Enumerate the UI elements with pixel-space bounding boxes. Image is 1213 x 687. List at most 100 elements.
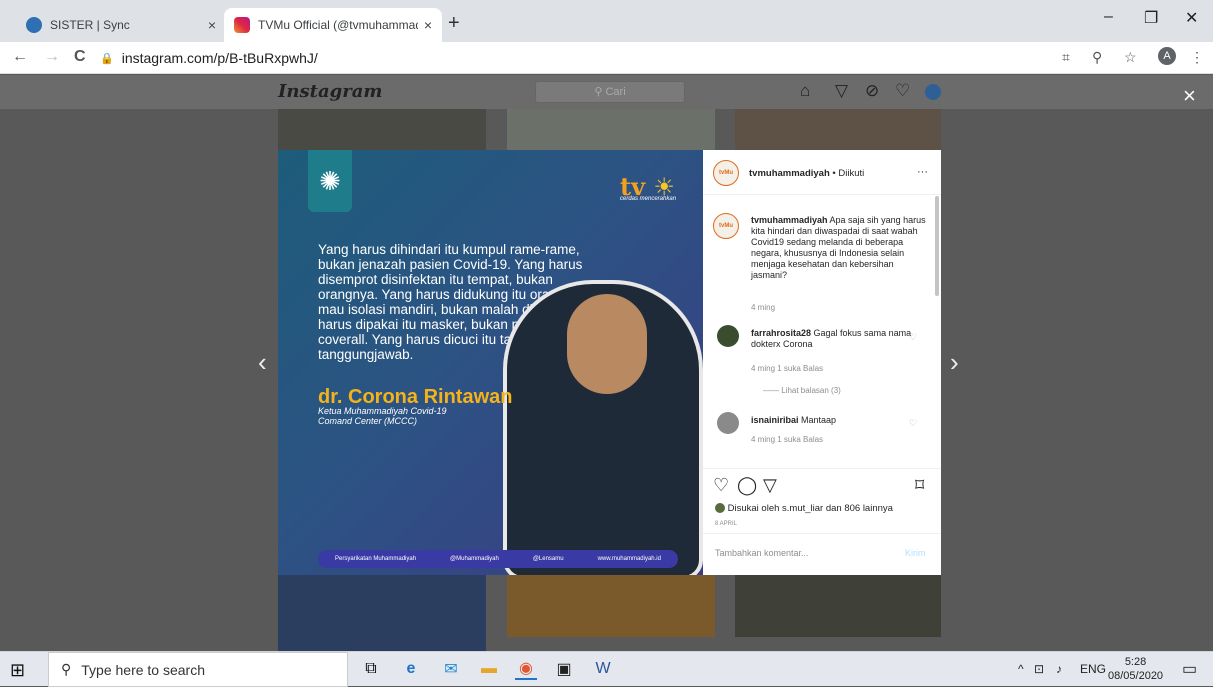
taskbar-search-input[interactable]: ⚲ Type here to search [48, 652, 348, 687]
back-button[interactable]: ← [12, 48, 28, 66]
comment-username[interactable]: farrahrosita28 [751, 328, 811, 338]
header-username[interactable]: tvmuhammadiyah [749, 168, 830, 179]
add-comment-bar: Tambahkan komentar... Kirim [703, 533, 941, 575]
comment-username[interactable]: isnainiribai [751, 415, 799, 425]
tab-title: SISTER | Sync [50, 18, 130, 32]
search-icon: ⚲ [61, 661, 72, 677]
language-indicator[interactable]: ENG [1080, 662, 1106, 676]
grid-thumbnail[interactable] [278, 575, 486, 651]
instagram-favicon-icon [234, 17, 250, 33]
close-modal-button[interactable]: × [1183, 83, 1196, 109]
follow-status: • Diikuti [829, 168, 865, 179]
sync-favicon-icon [26, 17, 42, 33]
zoom-icon[interactable]: ⚲ [1092, 49, 1102, 66]
caption-time: 4 ming [751, 303, 776, 312]
grid-thumbnail[interactable] [507, 575, 715, 637]
footer-twitter: @Muhammadiyah [450, 556, 499, 562]
file-explorer-icon[interactable]: ▬ [478, 658, 500, 680]
previous-post-button[interactable]: ‹ [258, 347, 267, 378]
caption-avatar[interactable]: tvMu [713, 213, 739, 239]
view-replies-text: Lihat balasan (3) [781, 386, 841, 395]
network-icon[interactable]: ⊡ [1034, 662, 1044, 676]
search-placeholder: Cari [605, 86, 626, 98]
bookmark-star-icon[interactable]: ☆ [1124, 49, 1137, 66]
header-account: tvmuhammadiyah • Diikuti [749, 168, 864, 179]
caption-username[interactable]: tvmuhammadiyah [751, 215, 828, 225]
likes-count[interactable]: Disukai oleh s.mut_liar dan 806 lainnya [715, 503, 893, 514]
send-comment-button[interactable]: Kirim [905, 548, 926, 558]
reload-button[interactable]: C [74, 48, 86, 66]
share-icon[interactable]: ▽ [763, 475, 777, 496]
post-header: tvMu tvmuhammadiyah • Diikuti ··· [703, 150, 941, 195]
comment-meta: 4 ming 1 suka Balas [751, 364, 824, 373]
tab-instagram[interactable]: TVMu Official (@tvmuhammadiy × [224, 8, 442, 42]
clock-date: 08/05/2020 [1108, 670, 1164, 682]
maximize-button[interactable]: ❐ [1144, 8, 1158, 28]
comment-like-icon[interactable]: ♡ [909, 332, 917, 343]
doctor-role: Ketua Muhammadiyah Covid-19 Comand Cente… [318, 406, 447, 426]
add-comment-input[interactable]: Tambahkan komentar... [715, 548, 809, 558]
explore-icon[interactable]: ⊘ [865, 81, 879, 101]
address-bar[interactable]: 🔒 instagram.com/p/B-tBuRxpwhJ/ [100, 45, 1060, 71]
search-input[interactable]: ⚲ Cari [535, 81, 685, 103]
clock-time: 5:28 [1124, 656, 1147, 668]
grid-thumbnail[interactable] [735, 575, 941, 637]
instagram-logo[interactable]: Instagram [278, 81, 382, 102]
notifications-icon[interactable]: ▭ [1182, 659, 1197, 679]
word-icon[interactable]: W [592, 658, 614, 680]
save-bookmark-icon[interactable]: ⌑ [915, 475, 924, 496]
tab-title: TVMu Official (@tvmuhammadiy [258, 18, 418, 32]
profile-avatar[interactable]: A [1158, 47, 1176, 65]
comment-avatar[interactable] [717, 325, 739, 347]
comments-scrollbar[interactable] [935, 196, 939, 296]
post-modal-backdrop: Instagram ⚲ Cari ⌂ ▽ ⊘ ♡ × ‹ › ✺ tv ☀ ce… [0, 75, 1213, 651]
windows-taskbar: ⊞ ⚲ Type here to search ⧉ e ✉ ▬ ◉ ▣ W ^ … [0, 651, 1213, 687]
task-view-icon[interactable]: ⧉ [360, 658, 382, 680]
volume-icon[interactable]: ♪ [1056, 662, 1062, 676]
post-image: ✺ tv ☀ cerdas mencerahkan Yang harus dih… [278, 150, 703, 575]
tab-close-icon[interactable]: × [208, 17, 216, 33]
store-icon[interactable]: ▣ [553, 658, 575, 680]
view-replies-link[interactable]: —— Lihat balasan (3) [763, 386, 841, 395]
home-icon[interactable]: ⌂ [800, 81, 810, 101]
windows-start-icon[interactable]: ⊞ [10, 660, 25, 681]
next-post-button[interactable]: › [950, 347, 959, 378]
doctor-photo [503, 280, 703, 575]
comment-text: isnainiribai Mantaap [751, 415, 931, 426]
muhammadiyah-logo: ✺ [308, 150, 352, 212]
tvmu-tagline: cerdas mencerahkan [620, 196, 677, 202]
clock[interactable]: 5:28 08/05/2020 [1108, 655, 1163, 683]
instagram-header: Instagram ⚲ Cari ⌂ ▽ ⊘ ♡ [0, 75, 1213, 109]
mail-icon[interactable]: ✉ [440, 658, 462, 680]
tab-sister-sync[interactable]: SISTER | Sync × [16, 8, 226, 42]
more-options-icon[interactable]: ··· [917, 166, 928, 178]
comment-avatar[interactable] [717, 412, 739, 434]
minimize-button[interactable]: – [1104, 8, 1113, 26]
edge-icon[interactable]: e [400, 658, 422, 680]
translate-icon[interactable]: ⌗ [1062, 49, 1070, 66]
tab-close-icon[interactable]: × [424, 17, 432, 33]
comment-icon[interactable]: ◯ [737, 475, 757, 496]
likes-text: Disukai oleh s.mut_liar dan 806 lainnya [727, 503, 893, 514]
comment-like-icon[interactable]: ♡ [909, 418, 917, 429]
forward-button[interactable]: → [44, 48, 60, 66]
direct-icon[interactable]: ▽ [835, 81, 848, 101]
post-footer: Persyarikatan Muhammadiyah @Muhammadiyah… [318, 550, 678, 568]
grid-thumbnail[interactable] [278, 109, 486, 151]
tray-chevron-icon[interactable]: ^ [1018, 662, 1024, 676]
taskbar-search-placeholder: Type here to search [81, 661, 206, 678]
account-avatar[interactable]: tvMu [713, 160, 739, 186]
grid-thumbnail[interactable] [507, 109, 715, 151]
window-close-button[interactable]: ✕ [1185, 8, 1198, 28]
menu-kebab-icon[interactable]: ⋮ [1190, 49, 1204, 66]
like-heart-icon[interactable]: ♡ [713, 475, 729, 496]
comment-body: Mantaap [798, 415, 837, 425]
activity-heart-icon[interactable]: ♡ [895, 81, 910, 101]
grid-thumbnail[interactable] [735, 109, 941, 151]
caption: tvmuhammadiyah Apa saja sih yang harus k… [751, 215, 931, 281]
chrome-icon[interactable]: ◉ [515, 658, 537, 680]
profile-icon[interactable] [925, 84, 941, 100]
face [567, 294, 647, 394]
toolbar: ← → C 🔒 instagram.com/p/B-tBuRxpwhJ/ ⌗ ⚲… [0, 42, 1213, 74]
new-tab-button[interactable]: + [448, 12, 460, 35]
